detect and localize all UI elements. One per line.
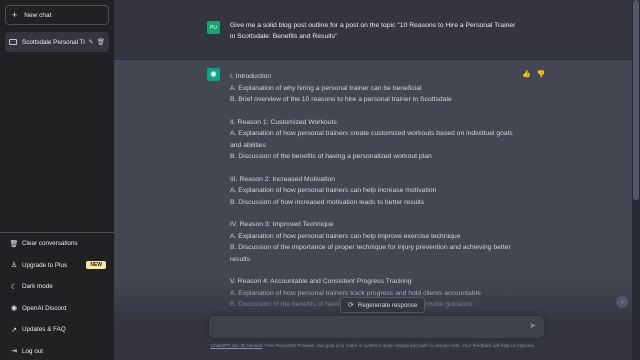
trash-icon[interactable]: 🗑 bbox=[97, 38, 105, 46]
assistant-line: B. Discussion of the benefits of having … bbox=[230, 153, 432, 160]
refresh-icon: ⟳ bbox=[348, 302, 354, 309]
scroll-down-button[interactable]: ↓ bbox=[616, 296, 628, 308]
user-icon: ♙ bbox=[10, 262, 18, 270]
assistant-line: A. Explanation of how personal trainers … bbox=[230, 232, 461, 240]
conversation-item[interactable]: Scottsdale Personal Trai ✎ 🗑 bbox=[5, 32, 109, 52]
scrollbar[interactable] bbox=[632, 0, 640, 360]
feedback-buttons: 👍👎 bbox=[522, 70, 551, 78]
assistant-line: B. Brief overview of the 10 reasons to h… bbox=[230, 96, 452, 103]
upgrade-label: Upgrade to Plus bbox=[22, 261, 68, 269]
assistant-line: II. Reason 1: Customized Workouts bbox=[230, 118, 337, 126]
thumbs-up-icon[interactable]: 👍 bbox=[522, 71, 537, 78]
dark-mode-button[interactable]: ☾ Dark mode bbox=[5, 276, 109, 298]
updates-faq-label: Updates & FAQ bbox=[22, 326, 66, 334]
assistant-line: A. Explanation of how personal trainers … bbox=[230, 130, 513, 149]
new-badge: NEW bbox=[86, 261, 106, 270]
assistant-line: IV. Reason 3: Improved Technique bbox=[230, 221, 334, 228]
arrow-down-icon: ↓ bbox=[620, 299, 624, 305]
conversation-title: Scottsdale Personal Trai bbox=[22, 38, 86, 46]
openai-logo-icon: ✺ bbox=[207, 68, 220, 81]
log-out-label: Log out bbox=[22, 347, 44, 355]
message-input[interactable] bbox=[209, 316, 509, 339]
upgrade-to-plus-button[interactable]: ♙ Upgrade to Plus NEW bbox=[5, 255, 109, 277]
new-chat-label: New chat bbox=[24, 11, 52, 19]
updates-faq-link[interactable]: ↗ Updates & FAQ bbox=[5, 319, 109, 341]
chat-bubble-icon bbox=[9, 39, 17, 45]
footer-note: ChatGPT Jan 30 Version. Free Research Pr… bbox=[114, 343, 632, 348]
regenerate-label: Regenerate response bbox=[357, 301, 418, 309]
user-avatar: PU bbox=[207, 21, 220, 34]
footer-text: . Free Research Preview. Our goal is to … bbox=[262, 343, 536, 348]
clear-conversations-label: Clear conversations bbox=[22, 240, 78, 248]
plus-icon: + bbox=[12, 9, 18, 20]
user-message-text: Give me a solid blog post outline for a … bbox=[230, 22, 516, 40]
clear-conversations-button[interactable]: 🗑 Clear conversations bbox=[5, 233, 109, 255]
log-out-button[interactable]: ⇥ Log out bbox=[5, 341, 109, 360]
chatgpt-app: + New chat Scottsdale Personal Trai ✎ 🗑 … bbox=[0, 0, 640, 360]
assistant-line: III. Reason 2: Increased Motivation bbox=[230, 175, 336, 183]
discord-link[interactable]: ◉ OpenAI Discord bbox=[5, 298, 109, 320]
sidebar-bottom-menu: 🗑 Clear conversations ♙ Upgrade to Plus … bbox=[0, 232, 114, 360]
assistant-line: I. Introduction bbox=[230, 73, 272, 80]
new-chat-button[interactable]: + New chat bbox=[5, 5, 109, 25]
discord-label: OpenAI Discord bbox=[22, 304, 67, 312]
scrollbar-thumb[interactable] bbox=[633, 0, 639, 200]
assistant-line: B. Discussion of how increased motivatio… bbox=[230, 198, 425, 206]
assistant-line: B. Discussion of the importance of prope… bbox=[230, 244, 511, 263]
user-message-row: PU Give me a solid blog post outline for… bbox=[114, 0, 632, 60]
send-icon[interactable]: ➤ bbox=[529, 321, 536, 330]
discord-icon: ◉ bbox=[10, 305, 18, 313]
thumbs-down-icon[interactable]: 👎 bbox=[537, 71, 552, 78]
logout-icon: ⇥ bbox=[11, 348, 17, 356]
assistant-message-text: I. Introduction A. Explanation of why hir… bbox=[230, 71, 520, 311]
version-link[interactable]: ChatGPT Jan 30 Version bbox=[211, 343, 263, 348]
regenerate-response-button[interactable]: ⟳ Regenerate response bbox=[340, 297, 426, 313]
message-input-container: ➤ bbox=[209, 316, 544, 339]
edit-icon[interactable]: ✎ bbox=[88, 38, 93, 46]
sidebar: + New chat Scottsdale Personal Trai ✎ 🗑 … bbox=[0, 0, 114, 360]
assistant-line: A. Explanation of why hiring a personal … bbox=[230, 84, 422, 92]
moon-icon: ☾ bbox=[10, 283, 18, 291]
dark-mode-label: Dark mode bbox=[22, 283, 53, 291]
external-link-icon: ↗ bbox=[11, 326, 17, 334]
trash-icon: 🗑 bbox=[9, 240, 19, 248]
chat-main: PU Give me a solid blog post outline for… bbox=[114, 0, 640, 360]
assistant-line: A. Explanation of how personal trainers … bbox=[230, 187, 437, 194]
